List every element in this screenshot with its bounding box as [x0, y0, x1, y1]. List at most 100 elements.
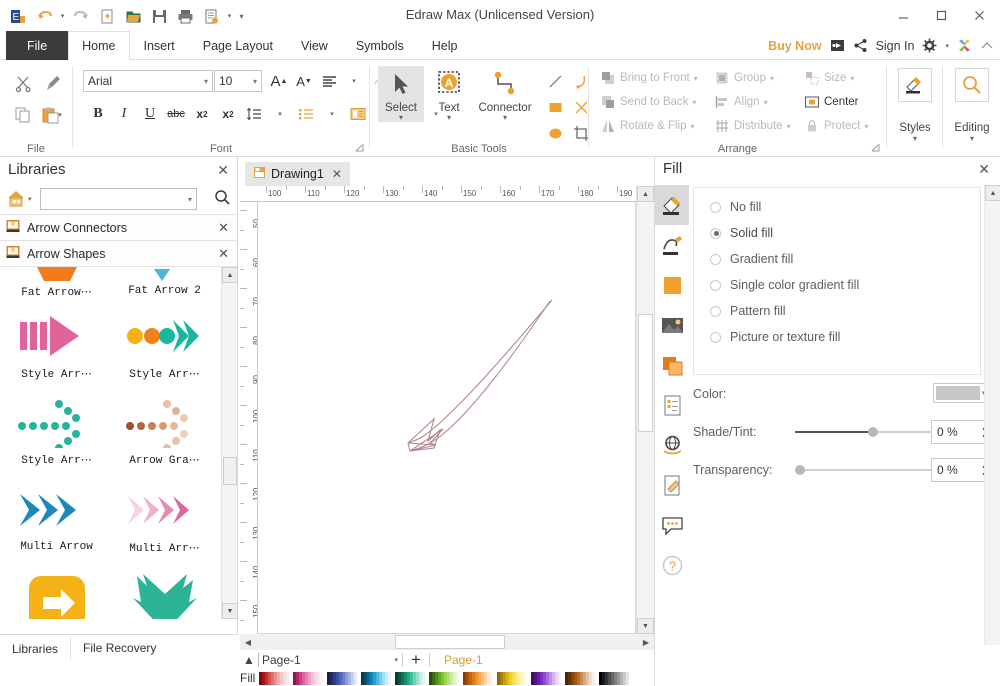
edraw-cloud-icon[interactable] — [957, 38, 972, 53]
slider-knob[interactable] — [795, 465, 805, 475]
shape-item-arrow-square[interactable]: Arrow Squ⋯ — [5, 569, 108, 619]
text-block-icon[interactable] — [346, 102, 370, 126]
shade-tint-slider[interactable] — [795, 426, 950, 438]
fill-panel-scrollbar[interactable]: ▲ — [984, 185, 1000, 645]
ruler-horizontal[interactable]: 100110120130140150160170180190 — [240, 186, 654, 202]
underline-icon[interactable]: U — [138, 102, 162, 126]
line-spacing-icon[interactable] — [242, 102, 266, 126]
format-painter-icon[interactable] — [38, 68, 68, 98]
close-library-icon[interactable]: ✕ — [218, 246, 229, 262]
select-tool-dropdown[interactable]: ▾ — [378, 114, 424, 122]
close-button[interactable] — [960, 0, 998, 31]
search-input-field[interactable] — [45, 193, 185, 205]
send-to-back-button[interactable]: Send to Back ▾ — [596, 90, 708, 114]
styles-dropdown[interactable]: ▾ — [890, 134, 940, 143]
page-selector[interactable]: Page-1 ▾ — [258, 653, 398, 667]
text-tool[interactable]: A Text ▾ — [426, 66, 472, 122]
tab-symbols[interactable]: Symbols — [342, 31, 418, 60]
scroll-right-icon[interactable]: ▶ — [638, 634, 654, 650]
slider-knob[interactable] — [868, 427, 878, 437]
library-scroll-thumb[interactable] — [223, 457, 237, 485]
tab-file-recovery[interactable]: File Recovery — [71, 635, 168, 660]
curved-arrow-outline[interactable] — [408, 300, 552, 451]
tab-page-layout[interactable]: Page Layout — [189, 31, 287, 60]
tab-view[interactable]: View — [287, 31, 342, 60]
cut-icon[interactable] — [8, 68, 38, 98]
chevron-down-icon[interactable]: ▾ — [770, 74, 774, 83]
globe-icon[interactable] — [655, 425, 689, 465]
picture-icon[interactable] — [655, 305, 689, 345]
search-dropdown-icon[interactable]: ▾ — [188, 195, 192, 204]
align-dropdown-icon[interactable]: ▾ — [342, 69, 366, 93]
share-image-icon[interactable] — [830, 38, 845, 53]
italic-icon[interactable]: I — [112, 102, 136, 126]
strikethrough-icon[interactable]: abc — [164, 102, 188, 126]
collapse-ribbon-icon[interactable] — [980, 39, 994, 53]
fill-option-solid-fill[interactable]: Solid fill — [710, 220, 980, 246]
page-edit-icon[interactable] — [655, 465, 689, 505]
protect-button[interactable]: Protect ▾ — [800, 114, 880, 138]
search-input[interactable]: ▾ — [40, 188, 197, 210]
shape-item-fat-arrow[interactable]: Fat Arrow⋯ — [5, 267, 108, 299]
editing-button[interactable]: Editing ▾ — [947, 68, 997, 143]
rectangle-tool-icon[interactable] — [542, 94, 568, 120]
shape-item-fat-arrow-2[interactable]: Fat Arrow 2 — [113, 267, 216, 299]
shape-item-style-arrow-dotted[interactable]: Style Arr⋯ — [5, 391, 108, 467]
scroll-up-icon[interactable]: ▲ — [222, 267, 238, 283]
subscript-icon[interactable]: x2 — [190, 102, 214, 126]
canvas-hscroll-thumb[interactable] — [395, 635, 505, 649]
center-button[interactable]: Center — [800, 90, 880, 114]
chevron-down-icon[interactable]: ▾ — [850, 74, 854, 83]
line-spacing-dropdown-icon[interactable]: ▾ — [268, 102, 292, 126]
ruler-vertical[interactable]: 5060708090100110120130140150 — [240, 202, 258, 634]
tab-file[interactable]: File — [6, 31, 68, 60]
fill-option-picture-or-texture-fill[interactable]: Picture or texture fill — [710, 324, 980, 350]
fill-icon[interactable] — [655, 185, 689, 225]
chevron-down-icon[interactable]: ▾ — [787, 122, 791, 131]
close-fill-panel-icon[interactable]: ✕ — [978, 161, 990, 178]
close-document-icon[interactable]: ✕ — [332, 167, 342, 181]
superscript-icon[interactable]: x2 — [216, 102, 240, 126]
copy-icon[interactable] — [8, 100, 38, 130]
shape-item-style-arrow-dots-chevron[interactable]: Style Arr⋯ — [113, 305, 216, 381]
drawing-canvas[interactable] — [258, 202, 636, 634]
layer-icon[interactable] — [655, 345, 689, 385]
font-size-select[interactable]: 10 ▾ — [214, 70, 262, 92]
arrange-dialog-launcher[interactable] — [871, 143, 880, 154]
home-library-icon[interactable]: ▾ — [6, 189, 32, 209]
page-collapse-icon[interactable]: ▲ — [240, 653, 258, 667]
connector-tool-dropdown[interactable]: ▾ — [470, 114, 540, 122]
distribute-button[interactable]: Distribute ▾ — [710, 114, 796, 138]
library-arrow-shapes[interactable]: Arrow Shapes ✕ — [0, 240, 237, 267]
align-text-icon[interactable] — [317, 69, 341, 93]
page-tab-page-1[interactable]: Page-1 — [444, 653, 483, 667]
fill-option-no-fill[interactable]: No fill — [710, 194, 980, 220]
scroll-left-icon[interactable]: ◀ — [240, 634, 256, 650]
group-button[interactable]: Group ▾ — [710, 66, 796, 90]
close-library-icon[interactable]: ✕ — [218, 220, 229, 236]
scroll-down-icon[interactable]: ▼ — [637, 618, 654, 634]
grow-font-icon[interactable]: A▲ — [267, 69, 291, 93]
scroll-down-icon[interactable]: ▼ — [222, 603, 238, 619]
tab-libraries[interactable]: Libraries — [0, 635, 71, 660]
paste-dropdown-icon[interactable]: ▾ — [55, 100, 65, 130]
shape-item-big-head-arrow[interactable]: Big Head ⋯ — [113, 569, 216, 619]
canvas-horizontal-scrollbar[interactable]: ◀ ▶ — [240, 634, 654, 650]
line-tool-icon[interactable] — [542, 68, 568, 94]
styles-button[interactable]: Styles ▾ — [890, 68, 940, 143]
comment-icon[interactable] — [655, 505, 689, 545]
minimize-button[interactable] — [884, 0, 922, 31]
close-libraries-icon[interactable]: ✕ — [217, 162, 229, 179]
tab-home[interactable]: Home — [68, 31, 129, 60]
bring-to-front-button[interactable]: Bring to Front ▾ — [596, 66, 708, 90]
transparency-slider[interactable] — [795, 464, 950, 476]
rotate-and-flip-button[interactable]: Rotate & Flip ▾ — [596, 114, 708, 138]
bullets-icon[interactable] — [294, 102, 318, 126]
shape-item-multi-arrow[interactable]: Multi Arrow — [5, 479, 108, 555]
library-arrow-connectors[interactable]: Arrow Connectors ✕ — [0, 214, 237, 241]
help-icon[interactable]: ? — [655, 545, 689, 585]
bold-icon[interactable]: B — [86, 102, 110, 126]
color-swatch[interactable] — [626, 672, 629, 685]
editing-dropdown[interactable]: ▾ — [947, 134, 997, 143]
line-icon[interactable] — [655, 225, 689, 265]
